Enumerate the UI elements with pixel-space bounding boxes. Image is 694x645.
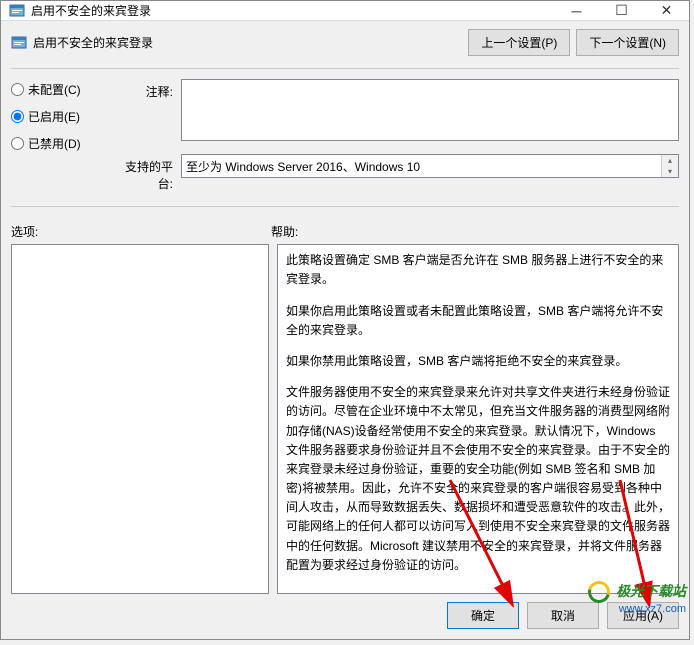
- platform-value: 至少为 Windows Server 2016、Windows 10: [186, 160, 420, 174]
- help-label: 帮助:: [271, 223, 298, 240]
- radio-disabled[interactable]: 已禁用(D): [11, 135, 111, 152]
- policy-icon: [11, 35, 27, 51]
- platform-label: 支持的平台:: [111, 154, 181, 192]
- radio-not-configured[interactable]: 未配置(C): [11, 81, 111, 98]
- app-icon: [9, 3, 25, 19]
- radio-enabled-label: 已启用(E): [28, 108, 80, 125]
- minimize-button[interactable]: ─: [554, 1, 599, 20]
- help-paragraph: 如果你启用此策略设置或者未配置此策略设置，SMB 客户端将允许不安全的来宾登录。: [286, 302, 670, 340]
- footer-buttons: 确定 取消 应用(A): [11, 602, 679, 629]
- help-panel[interactable]: 此策略设置确定 SMB 客户端是否允许在 SMB 服务器上进行不安全的来宾登录。…: [277, 244, 679, 594]
- help-paragraph: 如果你禁用此策略设置，SMB 客户端将拒绝不安全的来宾登录。: [286, 352, 670, 371]
- radio-disabled-label: 已禁用(D): [28, 135, 81, 152]
- divider-2: [11, 206, 679, 207]
- help-paragraph: 此策略设置确定 SMB 客户端是否允许在 SMB 服务器上进行不安全的来宾登录。: [286, 251, 670, 289]
- dialog-window: 启用不安全的来宾登录 ─ ☐ ✕ 启用不安全的来宾登录 上一个设置(P) 下一个…: [0, 0, 690, 640]
- help-paragraph: 文件服务器使用不安全的来宾登录来允许对共享文件夹进行未经身份验证的访问。尽管在企…: [286, 383, 670, 575]
- window-title: 启用不安全的来宾登录: [31, 2, 554, 19]
- radio-not-configured-label: 未配置(C): [28, 81, 81, 98]
- policy-title: 启用不安全的来宾登录: [33, 34, 462, 51]
- close-button[interactable]: ✕: [644, 1, 689, 20]
- divider: [11, 68, 679, 69]
- platform-field: 至少为 Windows Server 2016、Windows 10 ▴▾: [181, 154, 679, 178]
- header-row: 启用不安全的来宾登录 上一个设置(P) 下一个设置(N): [11, 29, 679, 56]
- platform-scrollbar[interactable]: ▴▾: [661, 155, 678, 177]
- radio-not-configured-input[interactable]: [11, 83, 24, 96]
- comment-textarea[interactable]: [181, 79, 679, 141]
- radio-enabled-input[interactable]: [11, 110, 24, 123]
- window-controls: ─ ☐ ✕: [554, 1, 689, 20]
- ok-button[interactable]: 确定: [447, 602, 519, 629]
- radio-group: 未配置(C) 已启用(E) 已禁用(D): [11, 79, 111, 192]
- config-row: 未配置(C) 已启用(E) 已禁用(D) 注释:: [11, 79, 679, 192]
- previous-setting-button[interactable]: 上一个设置(P): [468, 29, 570, 56]
- radio-disabled-input[interactable]: [11, 137, 24, 150]
- section-labels: 选项: 帮助:: [11, 223, 679, 240]
- titlebar: 启用不安全的来宾登录 ─ ☐ ✕: [1, 1, 689, 21]
- dialog-content: 启用不安全的来宾登录 上一个设置(P) 下一个设置(N) 未配置(C) 已启用(…: [1, 21, 689, 639]
- apply-button[interactable]: 应用(A): [607, 602, 679, 629]
- maximize-button[interactable]: ☐: [599, 1, 644, 20]
- panels: 此策略设置确定 SMB 客户端是否允许在 SMB 服务器上进行不安全的来宾登录。…: [11, 244, 679, 594]
- cancel-button[interactable]: 取消: [527, 602, 599, 629]
- options-label: 选项:: [11, 223, 271, 240]
- comment-label: 注释:: [111, 79, 181, 144]
- next-setting-button[interactable]: 下一个设置(N): [576, 29, 679, 56]
- options-panel: [11, 244, 269, 594]
- radio-enabled[interactable]: 已启用(E): [11, 108, 111, 125]
